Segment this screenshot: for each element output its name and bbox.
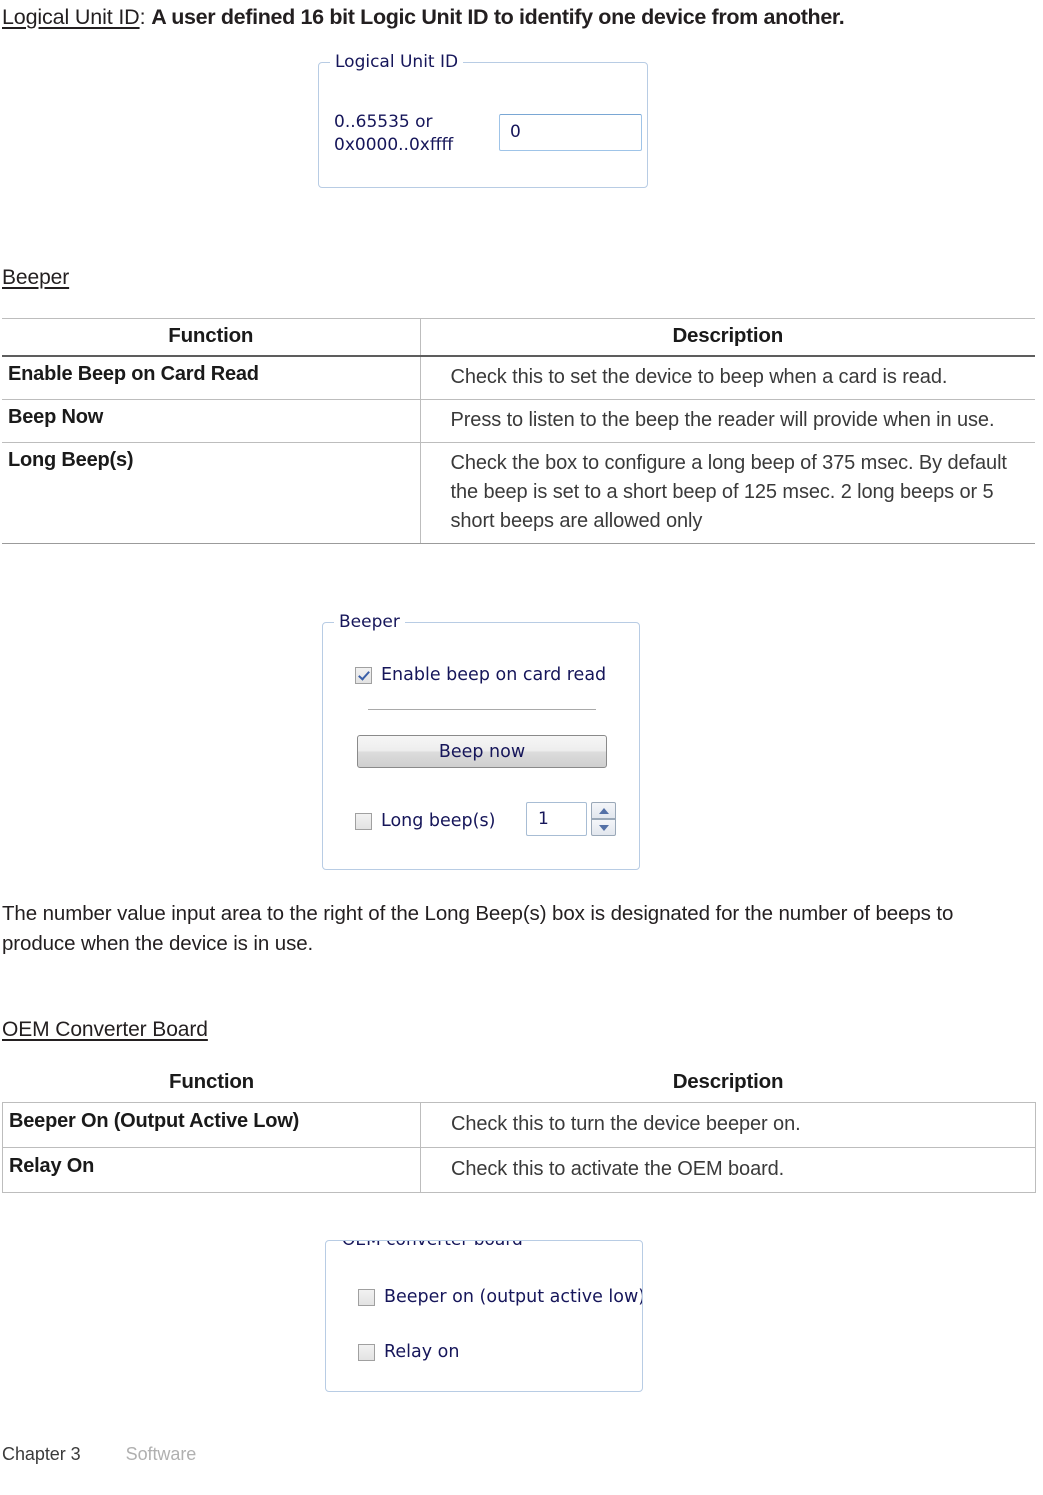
cell-function: Enable Beep on Card Read xyxy=(2,356,421,400)
cell-function: Relay On xyxy=(2,1147,421,1193)
stepper-down-icon[interactable] xyxy=(591,819,616,836)
beeper-section-heading: Beeper xyxy=(2,266,70,289)
separator-rule xyxy=(368,709,596,710)
checkbox-unchecked-icon[interactable] xyxy=(358,1288,375,1306)
intro-description: A user defined 16 bit Logic Unit ID to i… xyxy=(151,5,845,29)
table-row: Relay On Check this to activate the OEM … xyxy=(2,1147,1036,1193)
oem-section-heading: OEM Converter Board xyxy=(2,1018,208,1041)
beeper-note-paragraph: The number value input area to the right… xyxy=(2,902,954,955)
logical-unit-id-range-hint: 0..65535 or 0x0000..0xffff xyxy=(334,111,453,157)
oem-function-table: Function Description Beeper On (Output A… xyxy=(2,1068,1036,1193)
column-header-function: Function xyxy=(169,1070,254,1093)
relay-on-label: Relay on xyxy=(384,1342,460,1362)
beeper-groupbox: Beeper Enable beep on card read Beep now… xyxy=(322,612,640,870)
long-beeps-stepper[interactable] xyxy=(591,802,616,836)
logical-unit-id-legend: Logical Unit ID xyxy=(330,52,464,72)
intro-definition: Logical Unit ID: A user defined 16 bit L… xyxy=(2,2,1037,32)
long-beeps-checkbox-row[interactable]: Long beep(s) xyxy=(355,811,495,831)
page-footer: Chapter 3 Software xyxy=(2,1444,602,1465)
oem-converter-board-legend: OEM converter board xyxy=(337,1241,528,1250)
range-line-2: 0x0000..0xffff xyxy=(334,135,454,155)
checkbox-unchecked-icon[interactable] xyxy=(355,812,372,830)
relay-on-checkbox-row[interactable]: Relay on xyxy=(358,1342,459,1362)
document-page: Logical Unit ID: A user defined 16 bit L… xyxy=(0,0,1043,1495)
cell-function: Long Beep(s) xyxy=(2,442,421,544)
cell-description: Check the box to configure a long beep o… xyxy=(420,442,1035,544)
beeper-on-checkbox-row[interactable]: Beeper on (output active low) xyxy=(358,1287,643,1307)
checkbox-unchecked-icon[interactable] xyxy=(358,1343,375,1361)
table-row: Beeper On (Output Active Low) Check this… xyxy=(2,1102,1036,1148)
enable-beep-on-card-read-label: Enable beep on card read xyxy=(381,665,607,685)
range-line-1: 0..65535 or xyxy=(334,112,433,132)
column-header-description: Description xyxy=(672,1070,784,1093)
stepper-up-icon[interactable] xyxy=(591,802,616,819)
cell-function: Beep Now xyxy=(2,399,421,443)
long-beeps-label: Long beep(s) xyxy=(381,811,496,831)
footer-section: Software xyxy=(125,1444,197,1464)
logical-unit-id-groupbox: Logical Unit ID 0..65535 or 0x0000..0xfff… xyxy=(318,52,648,188)
column-header-function: Function xyxy=(2,318,421,357)
table-header-row: Function Description xyxy=(2,318,1035,357)
beeper-on-label: Beeper on (output active low) xyxy=(384,1287,643,1307)
cell-description: Check this to activate the OEM board. xyxy=(420,1147,1036,1193)
logical-unit-id-input[interactable]: 0 xyxy=(499,114,642,151)
beep-now-button[interactable]: Beep now xyxy=(357,735,607,768)
enable-beep-on-card-read-checkbox-row[interactable]: Enable beep on card read xyxy=(355,665,606,685)
table-row: Long Beep(s) Check the box to configure … xyxy=(2,442,1035,544)
long-beeps-count-input[interactable]: 1 xyxy=(526,802,587,836)
checkbox-checked-icon[interactable] xyxy=(355,666,372,684)
cell-function: Beeper On (Output Active Low) xyxy=(2,1102,421,1148)
table-header-row: Function Description xyxy=(3,1068,1036,1103)
table-row: Beep Now Press to listen to the beep the… xyxy=(2,399,1035,443)
cell-description: Check this to turn the device beeper on. xyxy=(420,1102,1036,1148)
cell-description: Press to listen to the beep the reader w… xyxy=(420,399,1035,443)
beeper-function-table: Function Description Enable Beep on Card… xyxy=(2,318,1035,544)
cell-description: Check this to set the device to beep whe… xyxy=(420,356,1035,400)
beeper-legend: Beeper xyxy=(334,612,405,632)
footer-chapter: Chapter 3 xyxy=(2,1444,81,1464)
table-row: Enable Beep on Card Read Check this to s… xyxy=(2,356,1035,400)
intro-term: Logical Unit ID xyxy=(2,5,140,29)
column-header-description: Description xyxy=(420,318,1035,357)
intro-separator: : xyxy=(139,5,146,29)
oem-converter-board-groupbox: OEM converter board Beeper on (output ac… xyxy=(325,1240,643,1392)
